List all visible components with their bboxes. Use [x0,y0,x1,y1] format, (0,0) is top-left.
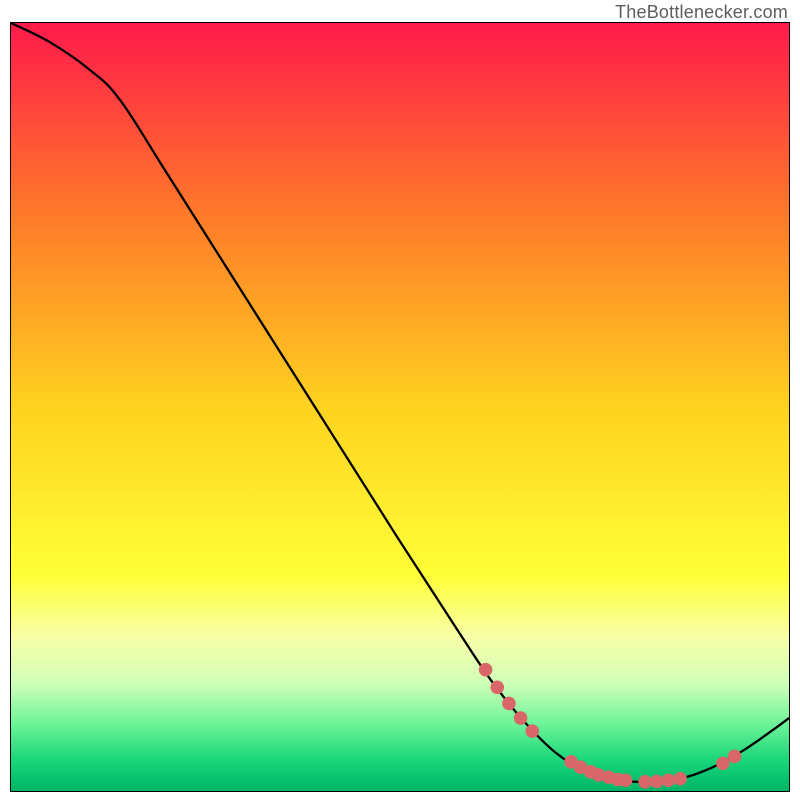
marker-point [728,750,742,764]
highlight-markers [479,663,742,789]
attribution-label: TheBottlenecker.com [615,2,788,23]
marker-point [525,724,539,738]
marker-point [490,681,504,695]
bottleneck-curve [11,23,789,782]
marker-point [673,772,687,786]
marker-point [662,773,676,787]
marker-point [619,773,633,787]
marker-point [514,711,528,725]
chart-stage: TheBottlenecker.com [0,0,800,800]
marker-point [479,663,493,677]
marker-point [650,775,664,789]
marker-point [502,697,516,711]
curve-layer [11,23,789,791]
marker-point [638,775,652,789]
plot-frame [10,22,790,792]
marker-point [716,757,730,771]
